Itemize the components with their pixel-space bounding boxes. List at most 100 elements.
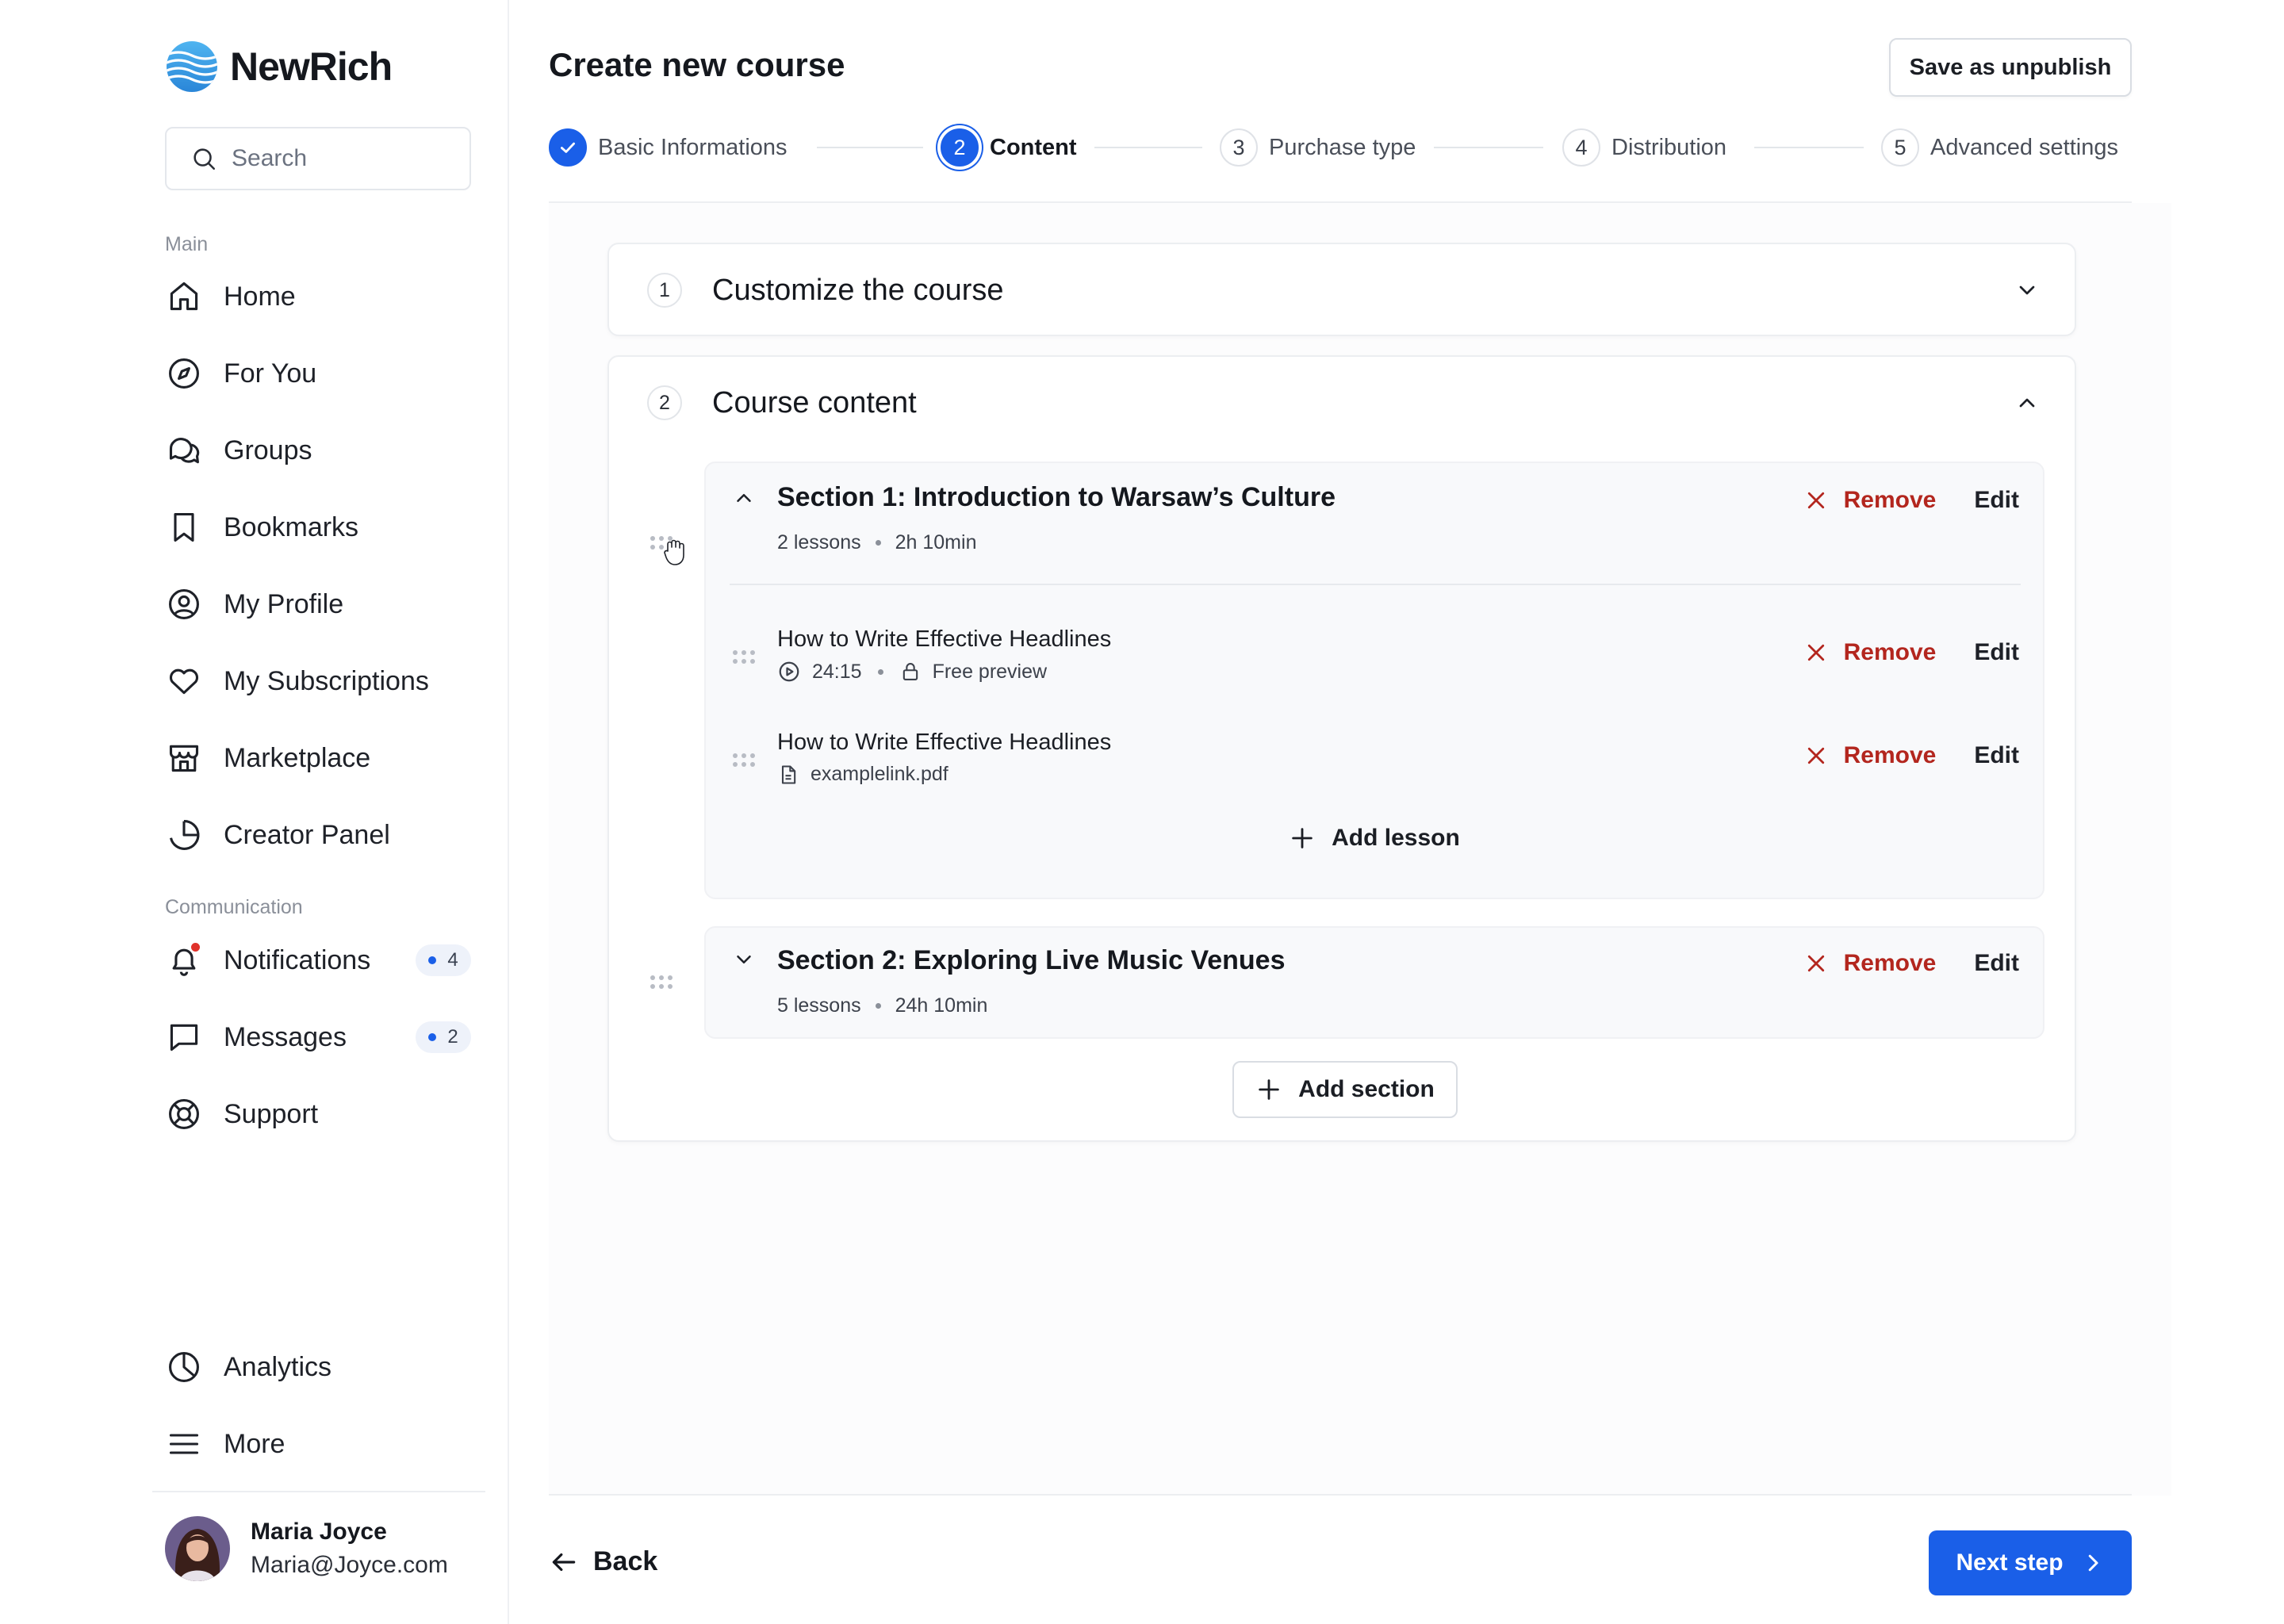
nav-label: Home	[224, 281, 296, 312]
next-step-button[interactable]: Next step	[1929, 1530, 2132, 1595]
search-icon	[194, 148, 216, 170]
step-label: Advanced settings	[1930, 134, 2118, 160]
add-section-button[interactable]: Add section	[1232, 1061, 1458, 1118]
heart-icon	[165, 662, 203, 700]
step-number: 5	[1881, 128, 1919, 167]
section-title: Section 1: Introduction to Warsaw’s Cult…	[777, 482, 1336, 512]
nav-label: Groups	[224, 435, 312, 465]
nav-label: Marketplace	[224, 742, 371, 773]
logo-icon	[167, 41, 217, 92]
chevron-up-icon[interactable]	[2011, 387, 2043, 419]
card-header[interactable]: 1 Customize the course	[647, 244, 1004, 336]
step-distribution[interactable]: 4 Distribution	[1562, 125, 1726, 170]
nav-label: Notifications	[224, 944, 371, 975]
message-icon	[165, 1018, 203, 1056]
stepper: Basic Informations 2 Content 3 Purchase …	[549, 125, 2132, 170]
step-basic-informations[interactable]: Basic Informations	[549, 125, 788, 170]
close-icon	[1807, 644, 1824, 661]
lock-icon	[902, 663, 918, 680]
plus-icon	[1259, 1079, 1279, 1100]
notifications-count-badge: 4	[416, 944, 471, 976]
card-number: 2	[647, 385, 682, 420]
step-content[interactable]: 2 Content	[941, 125, 1077, 170]
add-lesson-button[interactable]: Add lesson	[706, 825, 2043, 852]
lesson-drag-handle[interactable]	[733, 753, 755, 769]
section-1: Section 1: Introduction to Warsaw’s Cult…	[704, 462, 2044, 899]
nav-item-support[interactable]: Support	[165, 1087, 476, 1141]
sidebar: NewRich Main Home For You Groups Bookmar…	[0, 0, 509, 1624]
user-email: Maria@Joyce.com	[251, 1552, 448, 1578]
edit-lesson-button[interactable]: Edit	[1974, 639, 2019, 666]
pie-chart-icon	[165, 816, 203, 854]
close-icon	[1807, 955, 1824, 972]
close-icon	[1807, 492, 1824, 509]
lesson-meta: examplelink.pdf	[777, 763, 948, 786]
step-advanced-settings[interactable]: 5 Advanced settings	[1881, 125, 2118, 170]
remove-lesson-button[interactable]: Remove	[1804, 639, 1936, 666]
nav-label: My Subscriptions	[224, 665, 429, 696]
nav-item-my-profile[interactable]: My Profile	[165, 577, 476, 631]
card-title: Customize the course	[712, 273, 1004, 307]
nav-item-my-subscriptions[interactable]: My Subscriptions	[165, 654, 476, 708]
chat-bubbles-icon	[165, 431, 203, 469]
section-meta: 2 lessons 2h 10min	[777, 531, 976, 554]
lesson-title: How to Write Effective Headlines	[777, 730, 1112, 755]
chevron-down-icon[interactable]	[728, 944, 760, 975]
nav-item-more[interactable]: More	[165, 1417, 476, 1471]
file-icon	[781, 764, 796, 784]
section-drag-handle[interactable]	[650, 975, 673, 991]
lesson-drag-handle[interactable]	[733, 650, 755, 666]
nav-item-bookmarks[interactable]: Bookmarks	[165, 500, 476, 554]
section-divider	[730, 584, 2021, 585]
nav-label: Support	[224, 1098, 319, 1129]
step-number: 2	[941, 128, 979, 167]
lesson-title: How to Write Effective Headlines	[777, 626, 1112, 652]
remove-section-button[interactable]: Remove	[1804, 487, 1936, 514]
edit-section-button[interactable]: Edit	[1974, 487, 2019, 514]
chevron-down-icon[interactable]	[2011, 274, 2043, 306]
lessons-count: 2 lessons	[777, 531, 861, 553]
nav-label: Messages	[224, 1021, 347, 1052]
nav-item-for-you[interactable]: For You	[165, 347, 476, 400]
lesson-actions: Remove Edit	[1804, 742, 2019, 769]
footer-divider	[549, 1494, 2132, 1496]
section-duration: 24h 10min	[895, 994, 988, 1017]
home-icon	[165, 278, 203, 316]
nav-item-analytics[interactable]: Analytics	[165, 1340, 476, 1394]
nav-label: More	[224, 1428, 286, 1459]
chevron-up-icon[interactable]	[728, 482, 760, 514]
menu-icon	[165, 1425, 203, 1463]
nav-item-messages[interactable]: Messages 2	[165, 1010, 476, 1064]
step-connector	[1434, 147, 1543, 148]
user-circle-icon	[165, 585, 203, 623]
search-box[interactable]	[165, 127, 471, 190]
nav-item-creator-panel[interactable]: Creator Panel	[165, 808, 476, 862]
search-input[interactable]	[232, 145, 438, 172]
check-icon	[549, 128, 587, 167]
nav-item-groups[interactable]: Groups	[165, 423, 476, 477]
remove-lesson-button[interactable]: Remove	[1804, 742, 1936, 769]
section-meta: 5 lessons 24h 10min	[777, 994, 987, 1017]
compass-icon	[165, 354, 203, 393]
sidebar-divider	[152, 1491, 485, 1492]
nav-label: My Profile	[224, 588, 344, 619]
brand-logo[interactable]: NewRich	[165, 40, 393, 94]
user-name: Maria Joyce	[251, 1519, 387, 1545]
card-header[interactable]: 2 Course content	[647, 357, 917, 449]
chevron-right-icon	[2088, 1554, 2098, 1572]
lessons-count: 5 lessons	[777, 994, 861, 1017]
step-purchase-type[interactable]: 3 Purchase type	[1220, 125, 1416, 170]
store-icon	[165, 739, 203, 777]
step-label: Basic Informations	[598, 134, 788, 160]
nav-item-home[interactable]: Home	[165, 270, 476, 324]
customize-course-card[interactable]: 1 Customize the course	[607, 243, 2076, 336]
back-button[interactable]: Back	[549, 1546, 657, 1577]
nav-group-main: Main	[165, 233, 209, 255]
edit-lesson-button[interactable]: Edit	[1974, 742, 2019, 769]
remove-section-button[interactable]: Remove	[1804, 950, 1936, 977]
save-as-unpublish-button[interactable]: Save as unpublish	[1889, 38, 2132, 97]
user-profile-card[interactable]: Maria Joyce Maria@Joyce.com	[165, 1516, 448, 1581]
edit-section-button[interactable]: Edit	[1974, 950, 2019, 977]
nav-item-marketplace[interactable]: Marketplace	[165, 731, 476, 785]
nav-item-notifications[interactable]: Notifications 4	[165, 933, 476, 987]
